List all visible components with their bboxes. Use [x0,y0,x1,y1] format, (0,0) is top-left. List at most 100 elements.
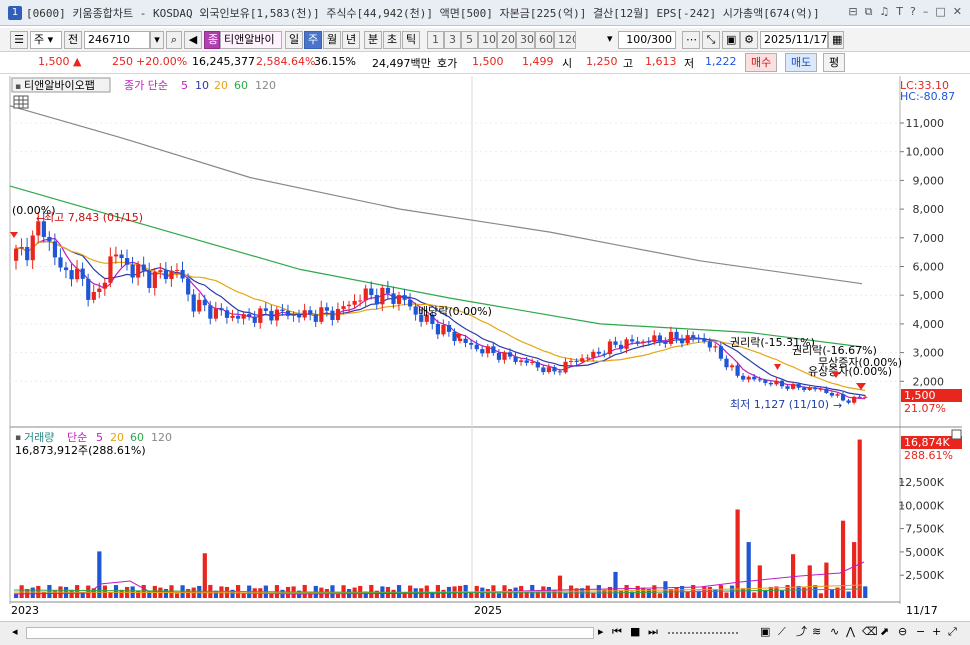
text-icon[interactable]: T [896,5,903,19]
candle-body [452,331,457,342]
minute-20[interactable]: 20 [497,31,516,49]
draw-line-icon[interactable]: ⟋ [778,624,792,641]
open-price: 1,250 [586,55,618,68]
candle-body [324,307,329,311]
trend-icon[interactable]: ⤴ [796,624,810,641]
interval-dropdown-icon[interactable]: ▾ [604,31,614,49]
chart-area[interactable]: 11,000 10,000 9,000 8,000 7,000 6,000 5,000 4,0… [0,76,970,621]
minute-1[interactable]: 1 [427,31,444,49]
sell-button[interactable]: 매도 [785,53,818,72]
stock-code-input[interactable]: 246710 [84,31,150,49]
price-volume-chart[interactable]: 11,000 10,000 9,000 8,000 7,000 6,000 5,000 4,0… [0,76,970,621]
candle-body [569,360,574,362]
horizontal-scrollbar[interactable] [26,627,594,639]
wave-icon[interactable]: ∿ [830,624,844,641]
minute-10[interactable]: 10 [478,31,497,49]
minute-60[interactable]: 60 [535,31,554,49]
first-page-icon[interactable]: ⏮ [612,624,626,641]
volume-bar [652,585,657,598]
screenshot-icon[interactable]: ▣ [760,624,774,641]
minute-120[interactable]: 120 [554,31,576,49]
search-icon[interactable]: ⌕ [166,31,182,49]
volume-bar [197,585,202,598]
candle-body [380,287,385,305]
last-page-icon[interactable]: ⏭ [648,624,662,641]
candle-body [763,380,768,383]
volume-bar [829,589,835,598]
volume-ratio: 2,584.64% [256,55,316,68]
interval-4[interactable]: 분 [364,31,382,49]
scroll-left-icon[interactable]: ◂ [12,624,22,641]
bell-icon[interactable]: ♫ [879,5,889,19]
current-pct-tag: 21.07% [904,402,946,415]
interval-3[interactable]: 년 [342,31,360,49]
table-icon[interactable] [13,95,29,109]
interval-5[interactable]: 초 [383,31,401,49]
avg-button[interactable]: 평 [823,53,846,72]
candle-body [224,310,230,318]
fibonacci-icon[interactable]: ≋ [812,624,826,641]
candle-body [768,382,773,385]
minute-5[interactable]: 5 [461,31,478,49]
volume-close-icon[interactable] [951,429,962,440]
pointer-icon[interactable]: ⬈ [880,624,894,641]
volume-tick: 5,000K [905,546,944,559]
x-label-2025: 2025 [474,604,502,617]
interval-0[interactable]: 일 [285,31,303,49]
candle-body [302,310,307,318]
gear-icon[interactable]: ⚙ [740,31,758,49]
volume-bar [47,584,52,598]
chart-navigation-bar: ◂ ▸ ⏮ ■ ⏭ ▣ ⟋ ⤴ ≋ ∿ ⋀ ⌫ ⬈ ⊖ − + ⤢ [0,621,970,645]
volume-tag: 16,874K [904,436,950,449]
volume-bar [219,586,224,598]
candle-body [80,268,85,279]
chart-settings-icon[interactable]: ⋯ [682,31,700,49]
zoom-icon[interactable]: ⤡ [702,31,720,49]
current-price-tag: 1,500 [904,389,936,402]
volume-bar [30,587,35,598]
menu-icon[interactable]: ☰ [10,31,28,49]
pattern-icon[interactable]: ⋀ [846,624,860,641]
copy-icon[interactable]: ⧉ [865,5,873,19]
buy-button[interactable]: 매수 [745,53,778,72]
candle-body [213,308,218,319]
help-icon[interactable]: ? [910,5,916,19]
candle-body [308,310,313,315]
interval-2[interactable]: 월 [323,31,341,49]
period-select[interactable]: 주 ▾ [30,31,62,49]
candle-body [691,335,696,338]
restore-icon[interactable]: ⊟ [848,5,857,19]
candle-body [385,287,391,294]
candle-body [363,288,368,301]
plus-icon[interactable]: + [932,624,944,641]
maximize-icon[interactable]: □ [935,5,945,19]
save-icon[interactable]: ▣ [722,31,740,49]
date-input[interactable]: 2025/11/17 [760,31,828,49]
interval-1[interactable]: 주 [304,31,322,49]
eraser-icon[interactable]: ⌫ [862,624,878,641]
count-input[interactable]: 100/300 [618,31,676,49]
scroll-right-icon[interactable]: ▸ [598,624,610,641]
full-screen-icon[interactable]: ⤢ [948,624,962,641]
speaker-icon[interactable]: ◀ [184,31,202,49]
minute-3[interactable]: 3 [444,31,461,49]
zoom-slider[interactable] [668,624,738,634]
stop-icon[interactable]: ■ [630,624,644,641]
close-icon[interactable]: ✕ [953,5,962,19]
minute-30[interactable]: 30 [516,31,535,49]
candle-body [630,339,635,342]
chart-toolbar: ☰ 주 ▾ 전 246710 ▾ ⌕ ◀ 종 티앤알바이 일주월년분초틱1351… [0,28,970,52]
candle-body [574,360,579,362]
candle-body [391,293,396,304]
candle-body [402,295,407,300]
minimize-icon[interactable]: – [923,5,929,19]
volume-bar [685,591,690,598]
code-dropdown-icon[interactable]: ▾ [150,31,164,49]
interval-6[interactable]: 틱 [402,31,420,49]
volume-bar [857,439,862,598]
calendar-icon[interactable]: ▦ [828,31,844,49]
minus-icon[interactable]: − [916,624,928,641]
zoom-out-icon[interactable]: ⊖ [898,624,912,641]
prev-button[interactable]: 전 [64,31,82,49]
candle-body [113,254,119,257]
